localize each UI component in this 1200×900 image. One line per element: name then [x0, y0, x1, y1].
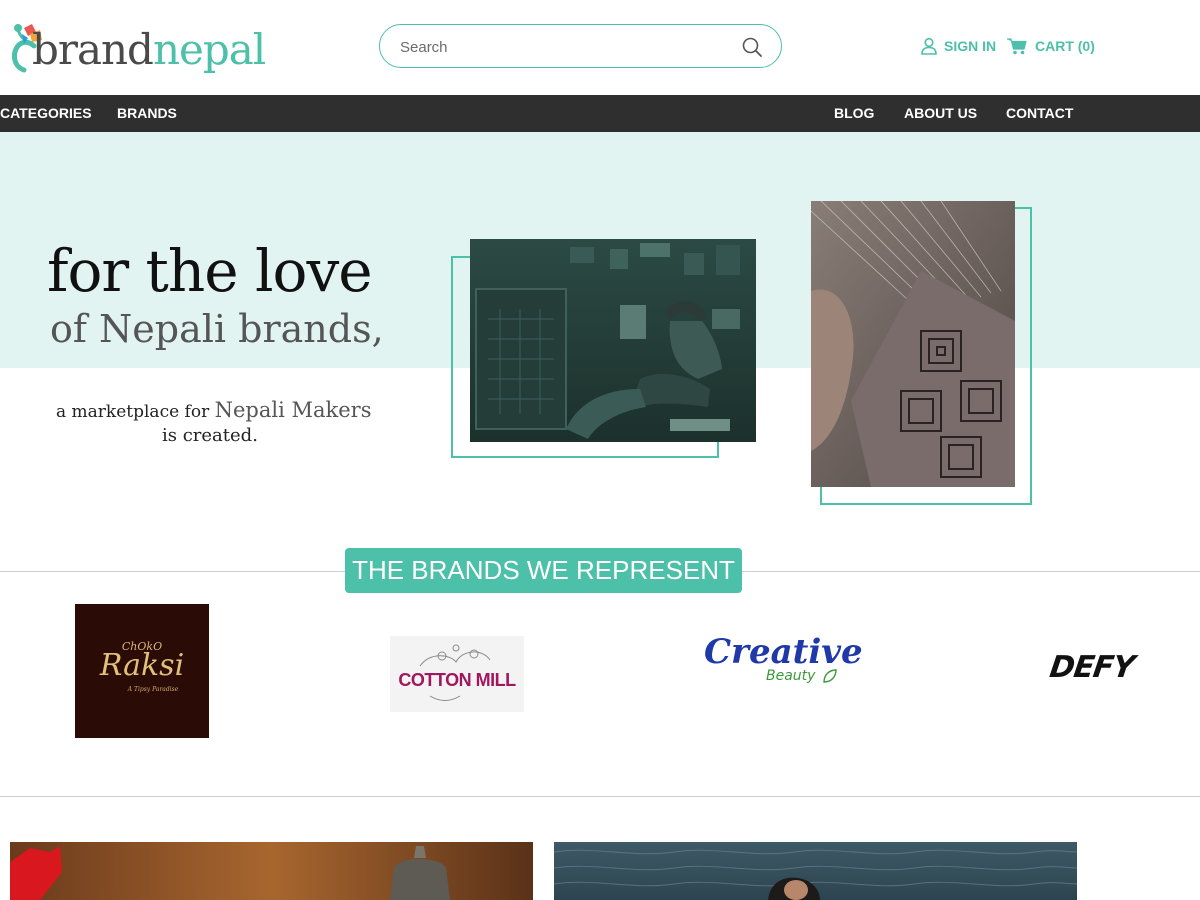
sign-in-link[interactable]: SIGN IN — [920, 36, 996, 56]
logo-wordmark: brandnepal — [32, 25, 266, 74]
logo-part-nepal: nepal — [152, 25, 266, 74]
brand-logo-cotton-mill[interactable]: COTTON MILL — [390, 636, 524, 712]
brand-logo-defy[interactable]: DEFY — [1048, 650, 1137, 685]
cart-label: CART (0) — [1035, 38, 1095, 54]
brandnepal-logo[interactable]: brandnepal — [10, 20, 266, 80]
user-icon — [921, 37, 937, 55]
nav-item-categories[interactable]: CATEGORIES — [0, 95, 92, 132]
brand-logo-raksi[interactable]: ChOkO Raksi A Tipsy Paradise — [75, 604, 209, 738]
section-divider-bottom — [0, 796, 1200, 797]
cart-icon — [1007, 38, 1027, 55]
search-box — [379, 24, 782, 68]
creative-sub: Beauty — [766, 668, 816, 684]
nav-item-contact[interactable]: CONTACT — [1006, 95, 1073, 132]
sign-in-label: SIGN IN — [944, 38, 997, 54]
leaf-icon — [823, 669, 837, 683]
site-header: brandnepal SIGN IN CART (0) — [0, 0, 1200, 95]
weaving-loom-photo — [811, 201, 1015, 487]
hero-tagline-prefix: a marketplace for — [56, 402, 215, 422]
hero-tagline: a marketplace for Nepali Makers — [56, 398, 372, 424]
hero-tagline-highlight: Nepali Makers — [214, 398, 372, 422]
featured-product-photo-left[interactable] — [10, 842, 533, 900]
raksi-tagline: A Tipsy Paradise — [127, 686, 179, 693]
cotton-mill-name: COTTON MILL — [398, 670, 516, 690]
hero-subheadline: of Nepali brands, — [50, 307, 384, 351]
artisan-workshop-photo — [470, 239, 756, 442]
featured-product-photo-right[interactable] — [554, 842, 1077, 900]
brand-logo-creative-beauty[interactable]: Creative Beauty — [700, 632, 863, 692]
nav-item-about-us[interactable]: ABOUT US — [904, 95, 977, 132]
cart-link[interactable]: CART (0) — [1007, 36, 1095, 56]
hero-tagline-end: is created. — [162, 425, 258, 446]
raksi-name: Raksi — [99, 648, 185, 683]
nav-item-brands[interactable]: BRANDS — [117, 95, 177, 132]
creative-name: Creative — [704, 632, 863, 672]
logo-part-brand: brand — [32, 25, 154, 74]
search-icon[interactable] — [741, 36, 763, 58]
hero-headline: for the love — [47, 237, 373, 305]
brands-section-title: THE BRANDS WE REPRESENT — [345, 548, 742, 593]
main-nav: CATEGORIES BRANDS BLOG ABOUT US CONTACT — [0, 95, 1200, 132]
search-input[interactable] — [400, 35, 730, 59]
nav-item-blog[interactable]: BLOG — [834, 95, 874, 132]
